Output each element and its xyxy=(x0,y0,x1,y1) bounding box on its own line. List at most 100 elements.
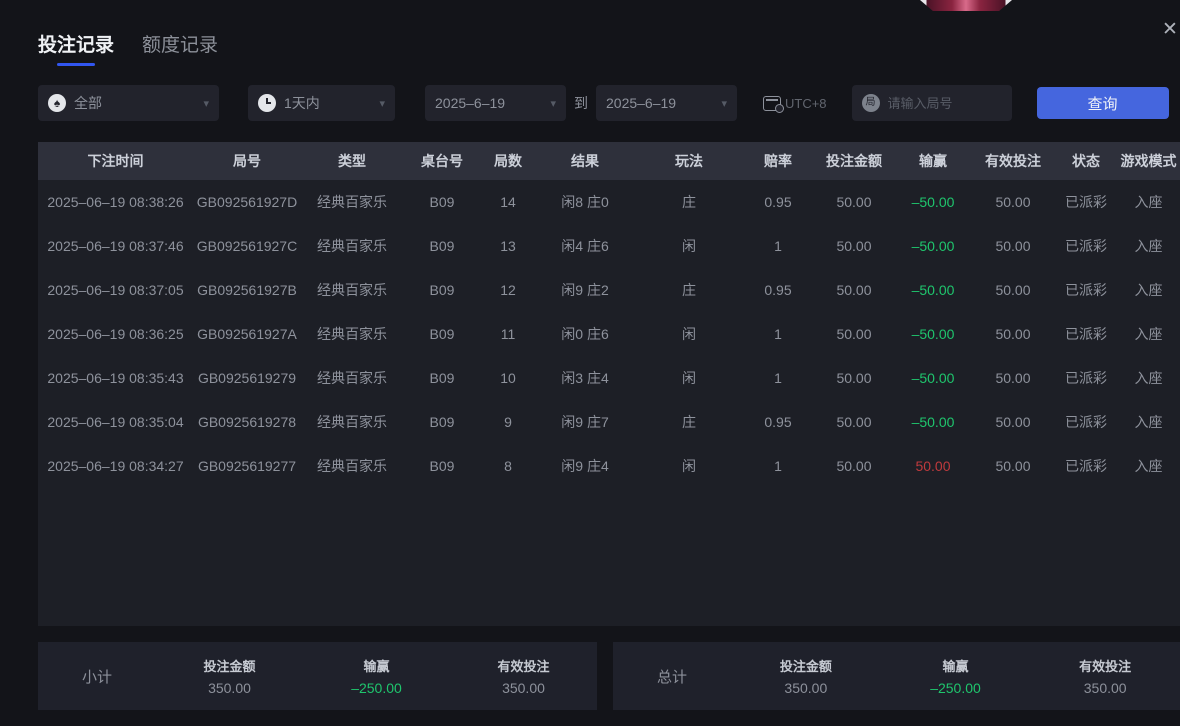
tab-bet-records[interactable]: 投注记录 xyxy=(38,30,114,66)
cell-amount: 50.00 xyxy=(836,194,872,210)
cell-play: 闲 xyxy=(682,458,696,474)
cell-games: 10 xyxy=(500,370,516,386)
tab-quota-records-label: 额度记录 xyxy=(142,35,219,56)
cell-table-no: B09 xyxy=(429,326,455,342)
cell-table-no: B09 xyxy=(429,370,455,386)
cell-round: GB092561927A xyxy=(197,326,297,342)
cell-mode: 入座 xyxy=(1134,326,1163,342)
query-button[interactable]: 查询 xyxy=(1036,87,1169,119)
cell-amount: 50.00 xyxy=(836,370,872,386)
col-header-table-no: 桌台号 xyxy=(421,153,463,169)
time-range-dropdown[interactable]: 1天内 ▾ xyxy=(248,85,395,121)
cell-play: 庄 xyxy=(682,194,696,210)
tab-quota-records[interactable]: 额度记录 xyxy=(142,30,218,66)
cell-time: 2025–06–19 08:34:27 xyxy=(47,458,184,474)
cell-odds: 1 xyxy=(774,458,782,474)
cell-time: 2025–06–19 08:37:46 xyxy=(47,238,184,254)
cell-mode: 入座 xyxy=(1134,194,1163,210)
col-header-odds: 赔率 xyxy=(764,153,792,169)
chevron-down-icon: ▾ xyxy=(203,97,209,110)
cell-valid: 50.00 xyxy=(995,194,1031,210)
cell-amount: 50.00 xyxy=(836,414,872,430)
cell-games: 11 xyxy=(500,326,516,342)
cell-play: 庄 xyxy=(682,282,696,298)
cell-result: 闲4 庄6 xyxy=(561,238,609,254)
cell-round: GB092561927B xyxy=(197,282,297,298)
cell-table-no: B09 xyxy=(429,414,455,430)
cell-result: 闲0 庄6 xyxy=(561,326,609,342)
cell-result: 闲3 庄4 xyxy=(561,370,609,386)
close-icon[interactable]: ✕ xyxy=(1158,18,1180,42)
cell-odds: 0.95 xyxy=(764,414,792,430)
cell-valid: 50.00 xyxy=(995,414,1031,430)
cell-time: 2025–06–19 08:35:04 xyxy=(47,414,184,430)
subtotal-valid: 有效投注 350.00 xyxy=(497,659,550,696)
cell-round: GB0925619279 xyxy=(197,370,297,386)
cell-status: 已派彩 xyxy=(1065,370,1107,386)
cell-games: 13 xyxy=(500,238,516,254)
table-row: 2025–06–19 08:35:43 GB0925619279 经典百家乐 B09 1… xyxy=(38,356,1180,400)
cell-games: 12 xyxy=(500,282,516,298)
spade-icon: ♠ xyxy=(48,94,66,112)
col-header-round: 局号 xyxy=(233,153,261,169)
cell-amount: 50.00 xyxy=(836,458,872,474)
subtotal-bar: 小计 投注金额 350.00 输赢 –250.00 有效投注 350.00 xyxy=(38,642,597,710)
cell-result: 闲8 庄0 xyxy=(561,194,609,210)
cell-time: 2025–06–19 08:35:43 xyxy=(47,370,184,386)
date-from-dropdown[interactable]: 2025–6–19 ▾ xyxy=(425,85,566,121)
col-header-result: 结果 xyxy=(571,153,599,169)
cell-mode: 入座 xyxy=(1134,414,1163,430)
chevron-down-icon: ▾ xyxy=(550,97,556,110)
cell-round: GB0925619277 xyxy=(197,458,297,474)
cell-winloss: –50.00 xyxy=(911,238,955,254)
calendar-clock-icon xyxy=(763,95,784,113)
total-bar: 总计 投注金额 350.00 输赢 –250.00 有效投注 350.00 xyxy=(613,642,1180,710)
cell-winloss: –50.00 xyxy=(911,194,955,210)
game-type-dropdown[interactable]: ♠ 全部 ▾ xyxy=(38,85,219,121)
total-winloss: 输赢 –250.00 xyxy=(930,659,981,696)
cell-winloss: –50.00 xyxy=(911,326,955,342)
cell-result: 闲9 庄7 xyxy=(561,414,609,430)
cell-type: 经典百家乐 xyxy=(317,238,387,254)
col-header-winloss: 输赢 xyxy=(919,153,947,169)
date-to-label: 到 xyxy=(574,95,588,111)
total-valid: 有效投注 350.00 xyxy=(1079,659,1132,696)
cell-type: 经典百家乐 xyxy=(317,194,387,210)
cell-type: 经典百家乐 xyxy=(317,458,387,474)
table-row: 2025–06–19 08:38:26 GB092561927D 经典百家乐 B09 1… xyxy=(38,180,1180,224)
cell-round: GB092561927C xyxy=(196,238,298,254)
cell-type: 经典百家乐 xyxy=(317,326,387,342)
cell-time: 2025–06–19 08:36:25 xyxy=(47,326,184,342)
cell-mode: 入座 xyxy=(1134,458,1163,474)
cell-games: 8 xyxy=(504,458,512,474)
col-header-valid: 有效投注 xyxy=(985,153,1041,169)
date-to-dropdown[interactable]: 2025–6–19 ▾ xyxy=(596,85,737,121)
cell-valid: 50.00 xyxy=(995,326,1031,342)
timezone-label: UTC+8 xyxy=(785,95,827,111)
tabs: 投注记录 额度记录 xyxy=(38,30,218,66)
round-number-input[interactable] xyxy=(887,95,1002,111)
cell-winloss: –50.00 xyxy=(911,414,955,430)
col-header-status: 状态 xyxy=(1072,153,1100,169)
subtotal-winloss: 输赢 –250.00 xyxy=(351,659,402,696)
cell-type: 经典百家乐 xyxy=(317,370,387,386)
cell-valid: 50.00 xyxy=(995,458,1031,474)
filter-bar: ♠ 全部 ▾ 1天内 ▾ 2025–6–19 ▾ 到 2025–6–19 ▾ U… xyxy=(38,85,1169,121)
cell-valid: 50.00 xyxy=(995,282,1031,298)
cell-games: 9 xyxy=(504,414,512,430)
table-body: 2025–06–19 08:38:26 GB092561927D 经典百家乐 B09 1… xyxy=(38,180,1180,626)
round-badge-icon: 局 xyxy=(861,94,880,112)
cell-time: 2025–06–19 08:37:05 xyxy=(47,282,184,298)
cell-play: 庄 xyxy=(682,414,696,430)
table-row: 2025–06–19 08:36:25 GB092561927A 经典百家乐 B09 1… xyxy=(38,312,1180,356)
table-header: 下注时间 局号 类型 桌台号 局数 结果 玩法 赔率 投注金额 输赢 有效投注 … xyxy=(38,142,1180,180)
cell-result: 闲9 庄4 xyxy=(561,458,609,474)
table-row: 2025–06–19 08:37:05 GB092561927B 经典百家乐 B09 1… xyxy=(38,268,1180,312)
cell-round: GB092561927D xyxy=(196,194,298,210)
timezone-toggle[interactable]: UTC+8 xyxy=(763,95,827,113)
table-row: 2025–06–19 08:35:04 GB0925619278 经典百家乐 B09 9… xyxy=(38,400,1180,444)
cell-valid: 50.00 xyxy=(995,238,1031,254)
tab-bet-records-label: 投注记录 xyxy=(38,35,115,56)
cell-table-no: B09 xyxy=(429,282,455,298)
time-range-value: 1天内 xyxy=(284,95,320,111)
